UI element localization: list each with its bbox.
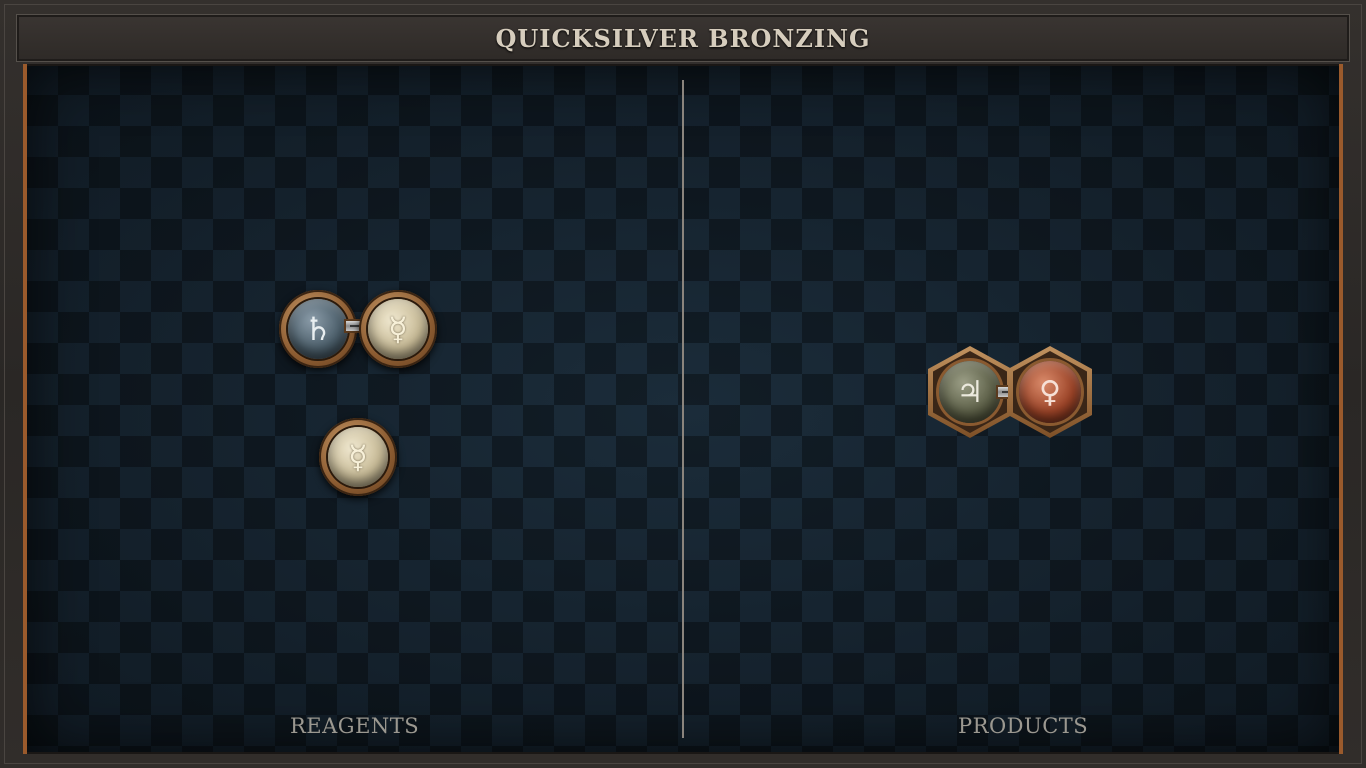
copper-symbol-icon: ♀: [1039, 374, 1061, 410]
quicksilver-atom[interactable]: ☿: [319, 418, 397, 496]
title-bar: QUICKSILVER BRONZING: [16, 14, 1350, 62]
products-label: PRODUCTS: [958, 714, 1089, 738]
quicksilver-atom[interactable]: ☿: [359, 290, 437, 368]
lead-symbol-icon: ♄: [303, 310, 333, 348]
reagents-label: REAGENTS: [290, 714, 420, 738]
section-divider: [682, 80, 684, 738]
tin-atom[interactable]: ♃: [939, 361, 1001, 423]
quicksilver-atom-core: ☿: [368, 299, 428, 359]
tin-symbol-icon: ♃: [956, 374, 984, 410]
lead-atom-core: ♄: [288, 299, 348, 359]
quicksilver-symbol-icon: ☿: [388, 310, 408, 348]
quicksilver-atom-core: ☿: [328, 427, 388, 487]
page-title: QUICKSILVER BRONZING: [495, 23, 871, 53]
quicksilver-symbol-icon: ☿: [348, 438, 368, 476]
copper-atom[interactable]: ♀: [1019, 361, 1081, 423]
